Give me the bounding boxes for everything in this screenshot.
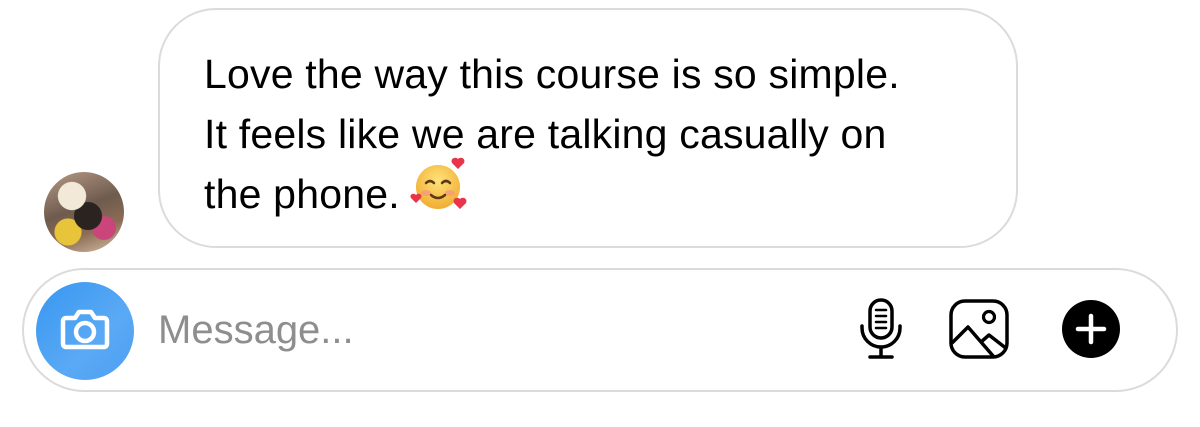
- message-text: Love the way this course is so simple. It…: [204, 44, 994, 229]
- message-line-1: Love the way this course is so simple.: [204, 51, 900, 97]
- smiling-face-with-hearts-icon: [410, 155, 472, 229]
- camera-button[interactable]: [36, 282, 134, 380]
- microphone-icon: [856, 296, 906, 367]
- message-bubble[interactable]: Love the way this course is so simple. It…: [158, 8, 1018, 248]
- chat-screen: Love the way this course is so simple. It…: [0, 0, 1200, 427]
- message-line-3: the phone.: [204, 171, 400, 217]
- plus-icon: [1060, 298, 1122, 365]
- message-line-2: It feels like we are talking casually on: [204, 111, 887, 157]
- microphone-button[interactable]: [848, 296, 914, 367]
- message-composer: [22, 268, 1178, 392]
- gallery-button[interactable]: [946, 298, 1012, 364]
- camera-icon: [58, 302, 112, 361]
- gallery-icon: [947, 297, 1011, 366]
- avatar[interactable]: [44, 172, 124, 252]
- message-input[interactable]: [158, 300, 798, 360]
- add-button[interactable]: [1058, 298, 1124, 364]
